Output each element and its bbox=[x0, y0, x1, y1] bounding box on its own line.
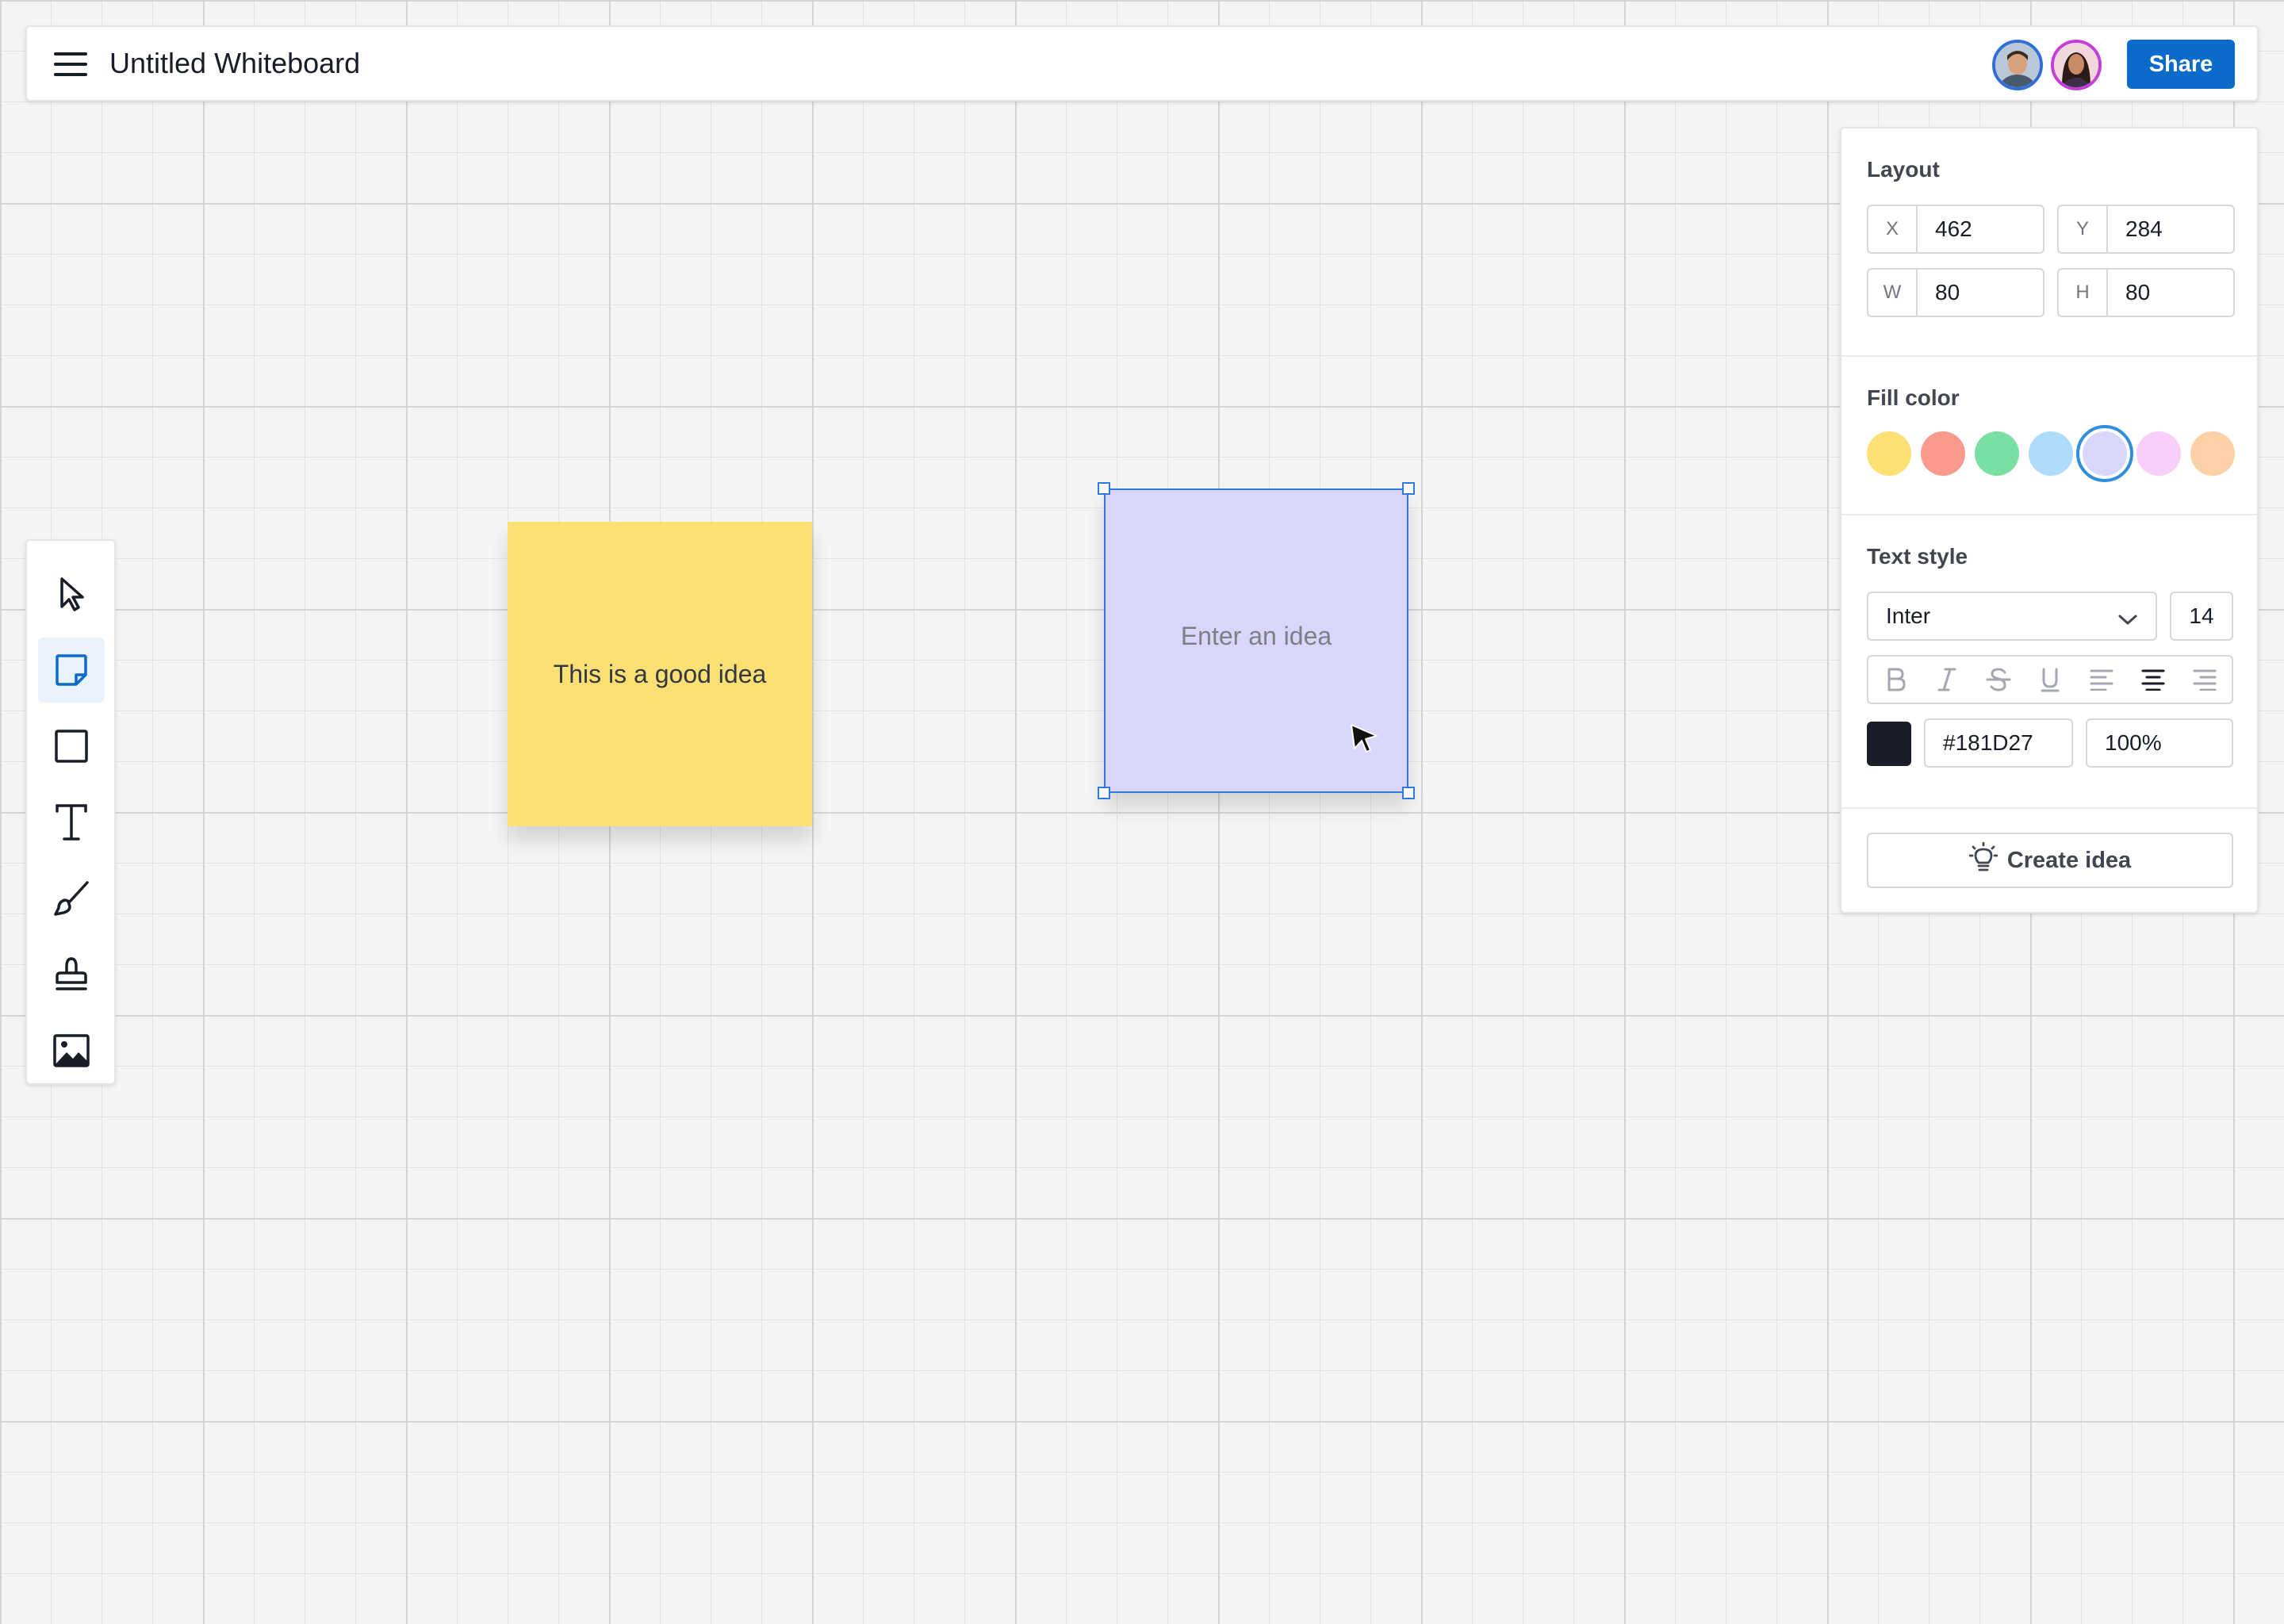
font-family-value: Inter bbox=[1886, 603, 1931, 628]
avatar[interactable] bbox=[1992, 40, 2043, 90]
sticky-note-icon[interactable] bbox=[38, 638, 105, 703]
chevron-down-icon bbox=[2117, 607, 2138, 633]
strikethrough-icon[interactable] bbox=[1973, 657, 2024, 703]
align-center-icon[interactable] bbox=[2128, 657, 2179, 703]
stamp-icon[interactable] bbox=[38, 942, 105, 1007]
font-size-input[interactable]: 14 bbox=[2170, 592, 2233, 641]
width-field[interactable]: W 80 bbox=[1867, 268, 2044, 317]
mouse-pointer-icon bbox=[1350, 723, 1380, 759]
fill-color-section-title: Fill color bbox=[1867, 385, 1960, 410]
opacity-input[interactable]: 100% bbox=[2086, 718, 2233, 768]
resize-handle[interactable] bbox=[1402, 482, 1415, 495]
resize-handle[interactable] bbox=[1402, 787, 1415, 799]
sticky-note-placeholder[interactable]: Enter an idea bbox=[1181, 622, 1332, 651]
align-right-icon[interactable] bbox=[2179, 657, 2230, 703]
pen-brush-icon[interactable] bbox=[38, 866, 105, 931]
text-color-hex-input[interactable]: #181D27 bbox=[1924, 718, 2073, 768]
text-color-swatch[interactable] bbox=[1867, 722, 1911, 766]
square-icon[interactable] bbox=[38, 714, 105, 779]
tool-palette bbox=[25, 539, 116, 1085]
image-icon[interactable] bbox=[38, 1018, 105, 1083]
divider bbox=[1841, 355, 2257, 357]
cursor-arrow-icon[interactable] bbox=[38, 561, 105, 626]
document-title[interactable]: Untitled Whiteboard bbox=[109, 27, 360, 100]
text-format-bar bbox=[1867, 655, 2233, 704]
create-idea-button[interactable]: Create idea bbox=[1867, 833, 2233, 888]
top-bar: Untitled Whiteboard Share bbox=[25, 25, 2259, 102]
avatar[interactable] bbox=[2051, 40, 2102, 90]
fill-color-swatch[interactable] bbox=[2190, 431, 2235, 476]
w-value[interactable]: 80 bbox=[1918, 280, 1960, 305]
sticky-note-text[interactable]: This is a good idea bbox=[554, 660, 767, 689]
align-left-icon[interactable] bbox=[2076, 657, 2127, 703]
fill-color-swatch[interactable] bbox=[1867, 431, 1911, 476]
h-value[interactable]: 80 bbox=[2108, 280, 2150, 305]
y-label: Y bbox=[2059, 206, 2108, 252]
divider bbox=[1841, 807, 2257, 809]
divider bbox=[1841, 514, 2257, 515]
lightbulb-icon bbox=[1968, 841, 1998, 879]
layout-section-title: Layout bbox=[1867, 157, 1940, 182]
fill-color-swatch[interactable] bbox=[1921, 431, 1965, 476]
share-button[interactable]: Share bbox=[2127, 40, 2235, 89]
hamburger-menu-icon[interactable] bbox=[54, 48, 87, 81]
height-field[interactable]: H 80 bbox=[2057, 268, 2235, 317]
w-label: W bbox=[1868, 270, 1918, 316]
fill-color-swatch[interactable] bbox=[2029, 431, 2073, 476]
text-t-icon[interactable] bbox=[38, 790, 105, 855]
h-label: H bbox=[2059, 270, 2108, 316]
resize-handle[interactable] bbox=[1098, 482, 1110, 495]
sticky-note[interactable]: This is a good idea bbox=[508, 522, 812, 826]
create-idea-label: Create idea bbox=[2006, 847, 2132, 873]
text-style-section-title: Text style bbox=[1867, 544, 1968, 569]
font-family-select[interactable]: Inter bbox=[1867, 592, 2157, 641]
resize-handle[interactable] bbox=[1098, 787, 1110, 799]
fill-color-swatch[interactable] bbox=[2136, 431, 2181, 476]
italic-icon[interactable] bbox=[1922, 657, 1972, 703]
x-label: X bbox=[1868, 206, 1918, 252]
x-position-field[interactable]: X 462 bbox=[1867, 205, 2044, 254]
bold-icon[interactable] bbox=[1870, 657, 1921, 703]
selected-swatch-ring bbox=[2076, 425, 2133, 482]
y-value[interactable]: 284 bbox=[2108, 216, 2163, 242]
underline-icon[interactable] bbox=[2025, 657, 2075, 703]
x-value[interactable]: 462 bbox=[1918, 216, 1972, 242]
y-position-field[interactable]: Y 284 bbox=[2057, 205, 2235, 254]
fill-color-swatch[interactable] bbox=[1975, 431, 2019, 476]
properties-panel: Layout X 462 Y 284 W 80 H 80 Fill color … bbox=[1840, 127, 2259, 914]
